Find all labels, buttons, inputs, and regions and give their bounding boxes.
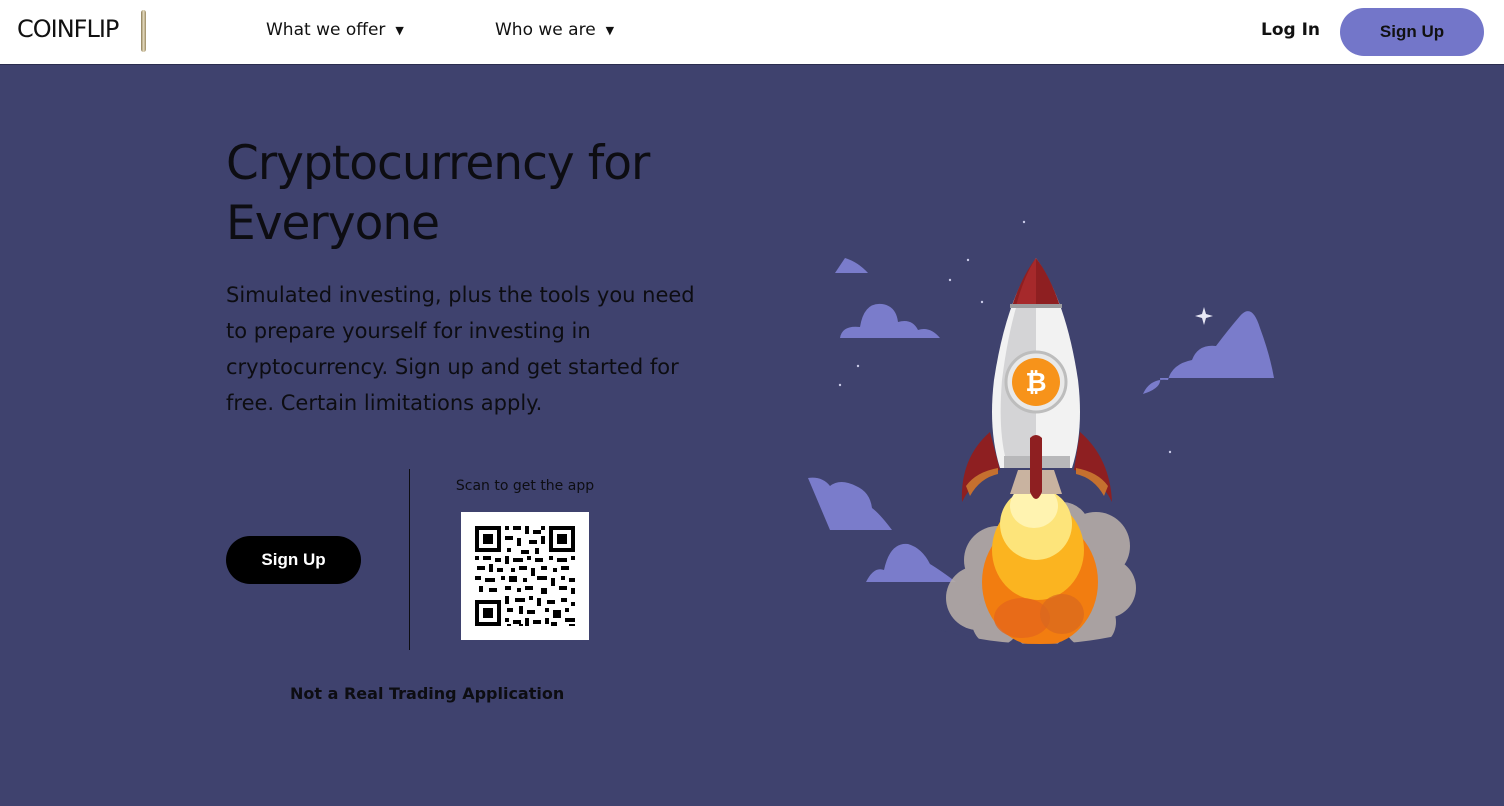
nav-what-we-offer[interactable]: What we offer ▼ <box>266 20 404 40</box>
scan-label: Scan to get the app <box>455 478 595 494</box>
disclaimer-text: Not a Real Trading Application <box>290 684 565 703</box>
qr-code <box>461 512 589 640</box>
vertical-divider <box>409 469 410 650</box>
nav-what-we-offer-label: What we offer <box>266 20 386 40</box>
caret-down-icon: ▼ <box>395 23 404 37</box>
hero-subtitle: Simulated investing, plus the tools you … <box>226 283 695 415</box>
caret-down-icon: ▼ <box>605 23 615 37</box>
nav-who-we-are-label: Who we are <box>495 20 596 40</box>
qr-code-graphic <box>461 512 589 640</box>
rocket-bitcoin-illustration: ₿ <box>800 210 1280 650</box>
rocket-center-fin <box>1030 435 1042 499</box>
hero-title: Cryptocurrency for Everyone <box>226 136 650 251</box>
coin-icon <box>141 10 146 52</box>
nav-who-we-are[interactable]: Who we are ▼ <box>495 20 614 40</box>
svg-text:₿: ₿ <box>1025 368 1046 398</box>
coinflip-logo[interactable]: COINFLIP <box>17 10 146 52</box>
header-signup-button[interactable]: Sign Up <box>1340 8 1484 56</box>
rocket-flame <box>982 484 1098 646</box>
rocket-illustration-graphic: ₿ <box>808 220 1274 650</box>
login-link[interactable]: Log In <box>1261 20 1320 40</box>
logo-wordmark: COINFLIP <box>17 15 119 43</box>
top-navigation-bar: COINFLIP What we offer ▼ Who we are ▼ Lo… <box>0 0 1504 65</box>
sparkle-icon <box>1195 307 1213 325</box>
hero-signup-button[interactable]: Sign Up <box>226 536 361 584</box>
